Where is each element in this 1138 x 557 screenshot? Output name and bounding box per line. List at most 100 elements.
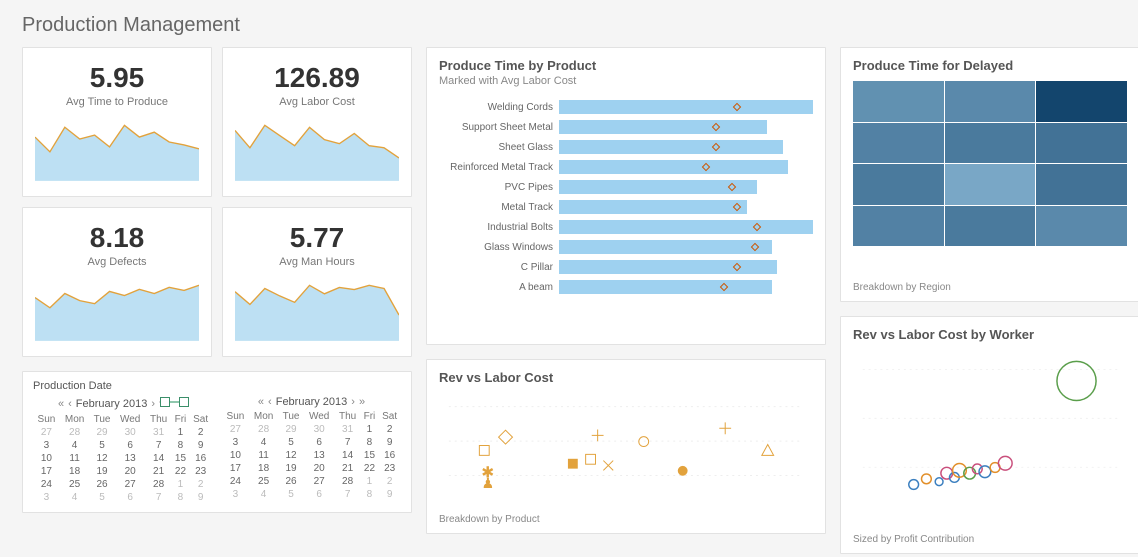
- calendar-day[interactable]: 11: [249, 449, 278, 462]
- calendar-day[interactable]: 5: [278, 488, 304, 501]
- calendar-day[interactable]: 6: [115, 491, 146, 504]
- calendar-next-icon[interactable]: ›: [151, 398, 155, 410]
- calendar-day[interactable]: 5: [89, 439, 115, 452]
- bar-track: [559, 220, 813, 234]
- calendar-day[interactable]: 9: [189, 439, 212, 452]
- calendar-day[interactable]: 1: [361, 475, 379, 488]
- calendar-day[interactable]: 28: [335, 475, 361, 488]
- calendar-day[interactable]: 22: [361, 462, 379, 475]
- calendar-day[interactable]: 8: [361, 436, 379, 449]
- slider-handle-left[interactable]: [160, 397, 170, 407]
- calendar-day[interactable]: 31: [335, 423, 361, 436]
- calendar-day[interactable]: 9: [378, 488, 401, 501]
- calendar-day[interactable]: 21: [335, 462, 361, 475]
- kpi-value: 5.77: [235, 222, 399, 254]
- calendar-day[interactable]: 6: [304, 488, 335, 501]
- calendar-day[interactable]: 24: [33, 478, 60, 491]
- calendar-day[interactable]: 15: [172, 452, 190, 465]
- calendar-day[interactable]: 25: [249, 475, 278, 488]
- calendar-day[interactable]: 28: [60, 426, 89, 439]
- calendar-day[interactable]: 17: [222, 462, 249, 475]
- calendar-day[interactable]: 20: [115, 465, 146, 478]
- calendar-prev-fast-icon[interactable]: «: [58, 398, 64, 410]
- slider-handle-right[interactable]: [179, 397, 189, 407]
- calendar-day[interactable]: 3: [222, 436, 249, 449]
- calendar-day[interactable]: 12: [89, 452, 115, 465]
- calendar-day[interactable]: 1: [361, 423, 379, 436]
- calendar-day[interactable]: 11: [60, 452, 89, 465]
- calendar-day[interactable]: 31: [146, 426, 172, 439]
- calendar-day[interactable]: 24: [222, 475, 249, 488]
- calendar-day[interactable]: 3: [222, 488, 249, 501]
- calendar-day[interactable]: 28: [146, 478, 172, 491]
- calendar-prev-icon[interactable]: ‹: [68, 398, 72, 410]
- calendar-day[interactable]: 25: [60, 478, 89, 491]
- calendar-day[interactable]: 12: [278, 449, 304, 462]
- calendar-day[interactable]: 27: [222, 423, 249, 436]
- calendar-prev-fast-icon[interactable]: «: [258, 396, 264, 408]
- calendar-day[interactable]: 9: [189, 491, 212, 504]
- calendar-day[interactable]: 13: [115, 452, 146, 465]
- calendar-day[interactable]: 3: [33, 439, 60, 452]
- calendar-day[interactable]: 5: [89, 491, 115, 504]
- calendar-prev-icon[interactable]: ‹: [268, 396, 272, 408]
- calendar-day[interactable]: 14: [146, 452, 172, 465]
- calendar-day[interactable]: 2: [189, 478, 212, 491]
- calendar-day[interactable]: 27: [33, 426, 60, 439]
- calendar-day[interactable]: 22: [172, 465, 190, 478]
- calendar-day[interactable]: 18: [60, 465, 89, 478]
- calendar-day[interactable]: 7: [335, 436, 361, 449]
- calendar-day[interactable]: 1: [172, 478, 190, 491]
- calendar-day[interactable]: 17: [33, 465, 60, 478]
- bar-track: [559, 160, 813, 174]
- calendar-day[interactable]: 4: [60, 439, 89, 452]
- bar-chart-subtitle: Marked with Avg Labor Cost: [439, 75, 813, 87]
- calendar-day[interactable]: 2: [378, 423, 401, 436]
- calendar-next-icon[interactable]: ›: [351, 396, 355, 408]
- calendar-day[interactable]: 28: [249, 423, 278, 436]
- calendar-day[interactable]: 8: [361, 488, 379, 501]
- calendar-day[interactable]: 26: [278, 475, 304, 488]
- calendar-day[interactable]: 15: [361, 449, 379, 462]
- calendar-day[interactable]: 13: [304, 449, 335, 462]
- calendar-day[interactable]: 29: [278, 423, 304, 436]
- calendar-day[interactable]: 18: [249, 462, 278, 475]
- calendar-day[interactable]: 10: [222, 449, 249, 462]
- calendar-day[interactable]: 4: [60, 491, 89, 504]
- calendar-day[interactable]: 4: [249, 488, 278, 501]
- calendar-day[interactable]: 23: [189, 465, 212, 478]
- calendar-day[interactable]: 1: [172, 426, 190, 439]
- calendar-day[interactable]: 7: [335, 488, 361, 501]
- calendar-day[interactable]: 4: [249, 436, 278, 449]
- calendar-day[interactable]: 7: [146, 491, 172, 504]
- calendar-day[interactable]: 19: [278, 462, 304, 475]
- calendar-next-fast-icon[interactable]: »: [359, 396, 365, 408]
- calendar-day[interactable]: 19: [89, 465, 115, 478]
- calendar-day[interactable]: 8: [172, 439, 190, 452]
- calendar-day[interactable]: 26: [89, 478, 115, 491]
- calendar-day[interactable]: 14: [335, 449, 361, 462]
- calendar-day[interactable]: 16: [189, 452, 212, 465]
- calendar-day[interactable]: 2: [189, 426, 212, 439]
- calendar-day[interactable]: 5: [278, 436, 304, 449]
- calendar-day[interactable]: 27: [304, 475, 335, 488]
- calendar-day[interactable]: 20: [304, 462, 335, 475]
- calendar-day[interactable]: 27: [115, 478, 146, 491]
- calendar-day[interactable]: 10: [33, 452, 60, 465]
- bar-row: Glass Windows: [439, 237, 813, 257]
- calendar-day[interactable]: 30: [304, 423, 335, 436]
- calendar-day[interactable]: 21: [146, 465, 172, 478]
- bar-track: [559, 120, 813, 134]
- calendar-day[interactable]: 29: [89, 426, 115, 439]
- calendar-day[interactable]: 16: [378, 449, 401, 462]
- calendar-day[interactable]: 2: [378, 475, 401, 488]
- calendar-day[interactable]: 9: [378, 436, 401, 449]
- calendar-day[interactable]: 23: [378, 462, 401, 475]
- bar-row: PVC Pipes: [439, 177, 813, 197]
- calendar-day[interactable]: 7: [146, 439, 172, 452]
- calendar-day[interactable]: 8: [172, 491, 190, 504]
- calendar-day[interactable]: 3: [33, 491, 60, 504]
- calendar-day[interactable]: 6: [304, 436, 335, 449]
- calendar-day[interactable]: 30: [115, 426, 146, 439]
- calendar-day[interactable]: 6: [115, 439, 146, 452]
